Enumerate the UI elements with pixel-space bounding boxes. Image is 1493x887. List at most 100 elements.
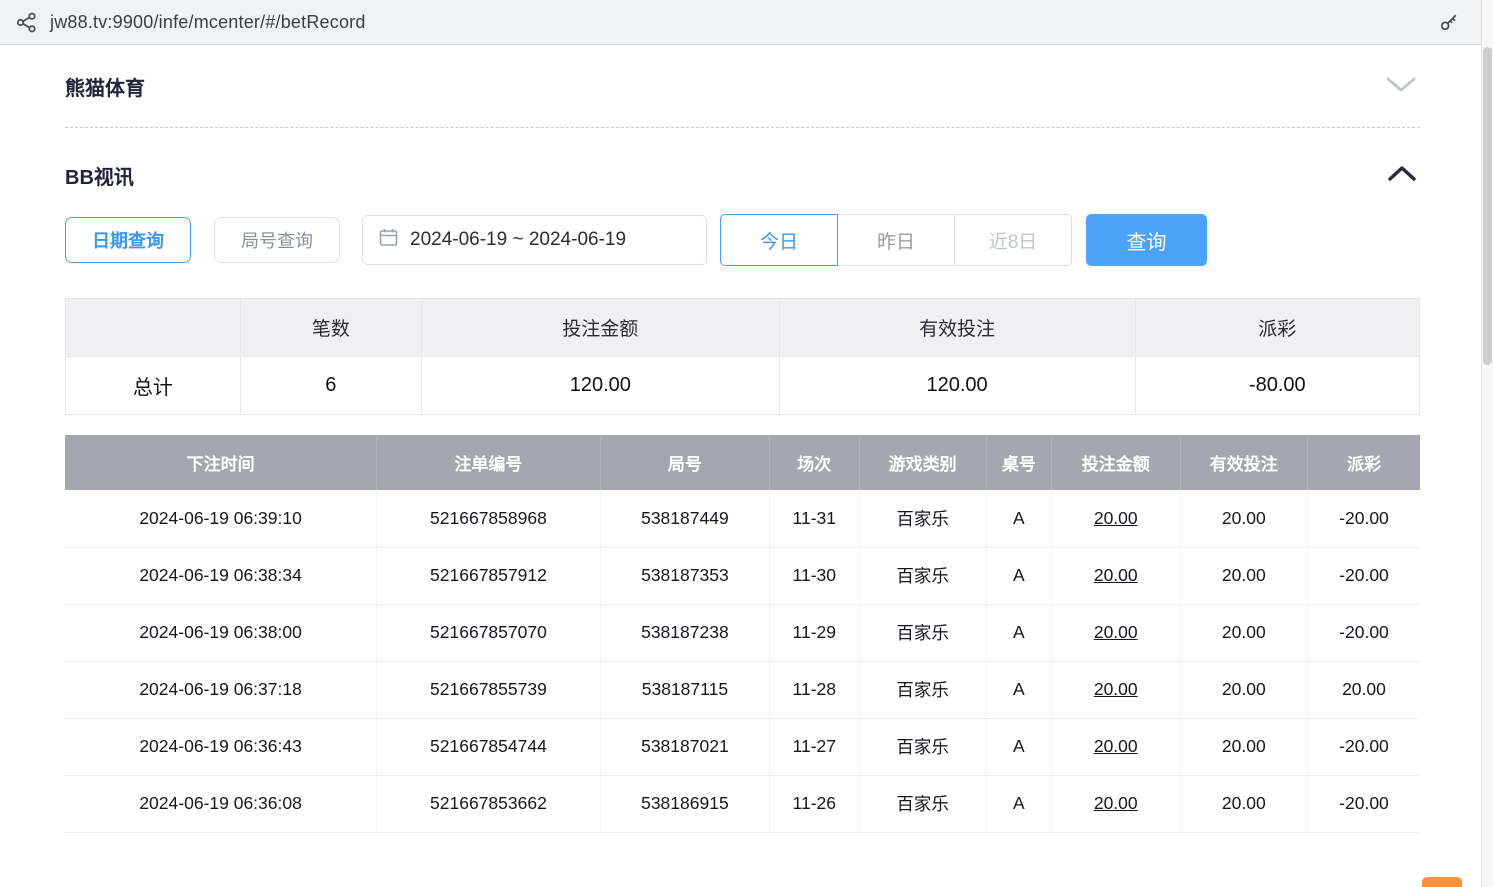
chat-widget-stub[interactable] (1422, 877, 1462, 887)
cell-bet-amount-link[interactable]: 20.00 (1051, 775, 1180, 832)
bet-table-header-row: 下注时间 注单编号 局号 场次 游戏类别 桌号 投注金额 有效投注 派彩 (65, 435, 1420, 490)
cell-payout: -20.00 (1307, 547, 1420, 604)
cell-round-no: 538187353 (600, 547, 769, 604)
cell-table-no: A (986, 490, 1051, 547)
table-row: 2024-06-19 06:36:08 521667853662 5381869… (65, 775, 1420, 832)
cell-game-type: 百家乐 (859, 604, 986, 661)
cell-game-type: 百家乐 (859, 547, 986, 604)
cell-table-no: A (986, 718, 1051, 775)
cell-bet-amount-link[interactable]: 20.00 (1051, 490, 1180, 547)
cell-table-no: A (986, 775, 1051, 832)
cell-bet-time: 2024-06-19 06:39:10 (65, 490, 377, 547)
summary-header-blank (66, 299, 241, 357)
col-header-table-no: 桌号 (986, 435, 1051, 490)
section-bb-video[interactable]: BB视讯 (65, 128, 1420, 212)
quick-range-group: 今日 昨日 近8日 (720, 214, 1072, 266)
cell-bet-amount-link[interactable]: 20.00 (1051, 661, 1180, 718)
chevron-down-icon[interactable] (1382, 73, 1420, 100)
cell-bet-time: 2024-06-19 06:36:43 (65, 718, 377, 775)
date-range-input[interactable]: 2024-06-19 ~ 2024-06-19 (362, 215, 707, 265)
calendar-icon (379, 228, 398, 252)
col-header-valid-bet: 有效投注 (1180, 435, 1307, 490)
cell-session: 11-27 (770, 718, 859, 775)
cell-session: 11-29 (770, 604, 859, 661)
url-text[interactable]: jw88.tv:9900/infe/mcenter/#/betRecord (50, 12, 1426, 33)
cell-valid-bet: 20.00 (1180, 661, 1307, 718)
cell-bet-id: 521667855739 (377, 661, 601, 718)
cell-payout: -20.00 (1307, 604, 1420, 661)
summary-payout-value: -80.00 (1135, 357, 1419, 415)
cell-bet-amount-link[interactable]: 20.00 (1051, 604, 1180, 661)
table-row: 2024-06-19 06:38:00 521667857070 5381872… (65, 604, 1420, 661)
yesterday-button[interactable]: 昨日 (837, 214, 955, 266)
col-header-payout: 派彩 (1307, 435, 1420, 490)
cell-round-no: 538187115 (600, 661, 769, 718)
section-title-panda: 熊猫体育 (65, 72, 145, 101)
summary-header-valid-bet: 有效投注 (779, 299, 1135, 357)
cell-valid-bet: 20.00 (1180, 718, 1307, 775)
cell-valid-bet: 20.00 (1180, 775, 1307, 832)
cell-bet-id: 521667857912 (377, 547, 601, 604)
bet-table-body: 2024-06-19 06:39:10 521667858968 5381874… (65, 490, 1420, 832)
cell-round-no: 538187449 (600, 490, 769, 547)
cell-bet-id: 521667857070 (377, 604, 601, 661)
col-header-bet-id: 注单编号 (377, 435, 601, 490)
search-button[interactable]: 查询 (1086, 214, 1207, 266)
cell-bet-id: 521667854744 (377, 718, 601, 775)
cell-round-no: 538187238 (600, 604, 769, 661)
section-panda-sports[interactable]: 熊猫体育 (65, 45, 1420, 127)
round-query-tab[interactable]: 局号查询 (214, 217, 340, 263)
cell-game-type: 百家乐 (859, 661, 986, 718)
cell-bet-time: 2024-06-19 06:37:18 (65, 661, 377, 718)
summary-header-bet-amount: 投注金额 (422, 299, 779, 357)
cell-bet-amount-link[interactable]: 20.00 (1051, 547, 1180, 604)
cell-bet-id: 521667858968 (377, 490, 601, 547)
table-row: 2024-06-19 06:39:10 521667858968 5381874… (65, 490, 1420, 547)
summary-table: 笔数 投注金额 有效投注 派彩 总计 6 120.00 120.00 -80.0… (65, 298, 1420, 415)
bet-record-table: 下注时间 注单编号 局号 场次 游戏类别 桌号 投注金额 有效投注 派彩 202… (65, 435, 1420, 833)
browser-address-bar[interactable]: jw88.tv:9900/infe/mcenter/#/betRecord (0, 0, 1493, 45)
cell-bet-time: 2024-06-19 06:36:08 (65, 775, 377, 832)
cell-bet-amount-link[interactable]: 20.00 (1051, 718, 1180, 775)
key-icon[interactable] (1439, 12, 1459, 32)
share-icon[interactable] (16, 12, 37, 33)
date-range-value: 2024-06-19 ~ 2024-06-19 (410, 229, 626, 251)
summary-header-count: 笔数 (240, 299, 421, 357)
cell-payout: -20.00 (1307, 490, 1420, 547)
summary-valid-bet-value: 120.00 (779, 357, 1135, 415)
cell-payout: 20.00 (1307, 661, 1420, 718)
summary-total-row: 总计 6 120.00 120.00 -80.00 (66, 357, 1420, 415)
cell-round-no: 538186915 (600, 775, 769, 832)
cell-game-type: 百家乐 (859, 718, 986, 775)
cell-session: 11-28 (770, 661, 859, 718)
scrollbar-thumb[interactable] (1483, 47, 1492, 365)
cell-game-type: 百家乐 (859, 775, 986, 832)
today-button[interactable]: 今日 (720, 214, 838, 266)
cell-valid-bet: 20.00 (1180, 604, 1307, 661)
date-query-tab[interactable]: 日期查询 (65, 217, 191, 263)
last8days-button[interactable]: 近8日 (954, 214, 1072, 266)
table-row: 2024-06-19 06:37:18 521667855739 5381871… (65, 661, 1420, 718)
cell-table-no: A (986, 547, 1051, 604)
cell-payout: -20.00 (1307, 718, 1420, 775)
cell-payout: -20.00 (1307, 775, 1420, 832)
cell-table-no: A (986, 661, 1051, 718)
cell-session: 11-30 (770, 547, 859, 604)
cell-bet-time: 2024-06-19 06:38:00 (65, 604, 377, 661)
summary-bet-amount-value: 120.00 (422, 357, 779, 415)
scrollbar[interactable] (1481, 0, 1493, 887)
cell-round-no: 538187021 (600, 718, 769, 775)
table-row: 2024-06-19 06:36:43 521667854744 5381870… (65, 718, 1420, 775)
col-header-game-type: 游戏类别 (859, 435, 986, 490)
cell-bet-id: 521667853662 (377, 775, 601, 832)
cell-session: 11-31 (770, 490, 859, 547)
cell-valid-bet: 20.00 (1180, 547, 1307, 604)
chevron-up-icon[interactable] (1384, 162, 1420, 188)
summary-total-label: 总计 (66, 357, 241, 415)
cell-session: 11-26 (770, 775, 859, 832)
cell-bet-time: 2024-06-19 06:38:34 (65, 547, 377, 604)
cell-game-type: 百家乐 (859, 490, 986, 547)
table-row: 2024-06-19 06:38:34 521667857912 5381873… (65, 547, 1420, 604)
col-header-bet-time: 下注时间 (65, 435, 377, 490)
col-header-bet-amount: 投注金额 (1051, 435, 1180, 490)
